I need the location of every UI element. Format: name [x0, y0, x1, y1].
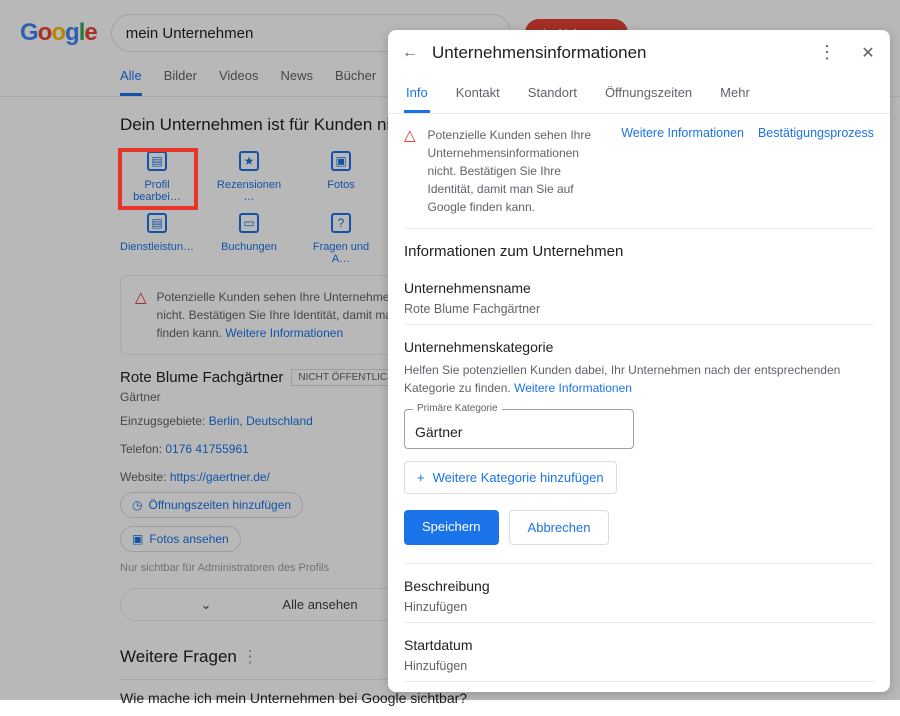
panel-tab-oeffnungszeiten[interactable]: Öffnungszeiten — [603, 75, 694, 113]
info-heading: Informationen zum Unternehmen — [404, 243, 874, 260]
cancel-button[interactable]: Abbrechen — [509, 510, 610, 545]
plus-icon: + — [417, 470, 425, 485]
panel-verify-link[interactable]: Bestätigungsprozess — [758, 126, 874, 140]
panel-tab-standort[interactable]: Standort — [526, 75, 579, 113]
panel-warning-text: Potenzielle Kunden sehen Ihre Unternehme… — [428, 126, 610, 216]
more-icon[interactable]: ⋮ — [818, 42, 836, 63]
panel-tab-kontakt[interactable]: Kontakt — [454, 75, 502, 113]
category-label: Unternehmenskategorie — [404, 339, 874, 355]
back-icon[interactable]: ← — [402, 44, 418, 62]
close-icon[interactable]: ✕ — [860, 43, 876, 63]
category-help-link[interactable]: Weitere Informationen — [514, 381, 632, 395]
panel-tab-info[interactable]: Info — [404, 75, 430, 113]
warning-icon: △ — [404, 126, 416, 144]
panel-tabs: Info Kontakt Standort Öffnungszeiten Meh… — [388, 75, 890, 114]
description-label: Beschreibung — [404, 578, 874, 594]
primary-category-value: Gärtner — [415, 424, 623, 440]
panel-tab-mehr[interactable]: Mehr — [718, 75, 752, 113]
business-info-panel: ← Unternehmensinformationen ⋮ ✕ Info Kon… — [388, 30, 890, 692]
panel-more-info-link[interactable]: Weitere Informationen — [621, 126, 744, 140]
name-value: Rote Blume Fachgärtner — [404, 302, 874, 316]
startdate-add-link[interactable]: Hinzufügen — [404, 659, 874, 673]
add-category-button[interactable]: +Weitere Kategorie hinzufügen — [404, 461, 617, 494]
primary-category-label: Primäre Kategorie — [413, 403, 502, 414]
panel-title: Unternehmensinformationen — [432, 43, 804, 63]
startdate-label: Startdatum — [404, 637, 874, 653]
primary-category-field[interactable]: Primäre Kategorie Gärtner — [404, 409, 634, 449]
name-label: Unternehmensname — [404, 280, 874, 296]
description-add-link[interactable]: Hinzufügen — [404, 600, 874, 614]
save-button[interactable]: Speichern — [404, 510, 499, 545]
